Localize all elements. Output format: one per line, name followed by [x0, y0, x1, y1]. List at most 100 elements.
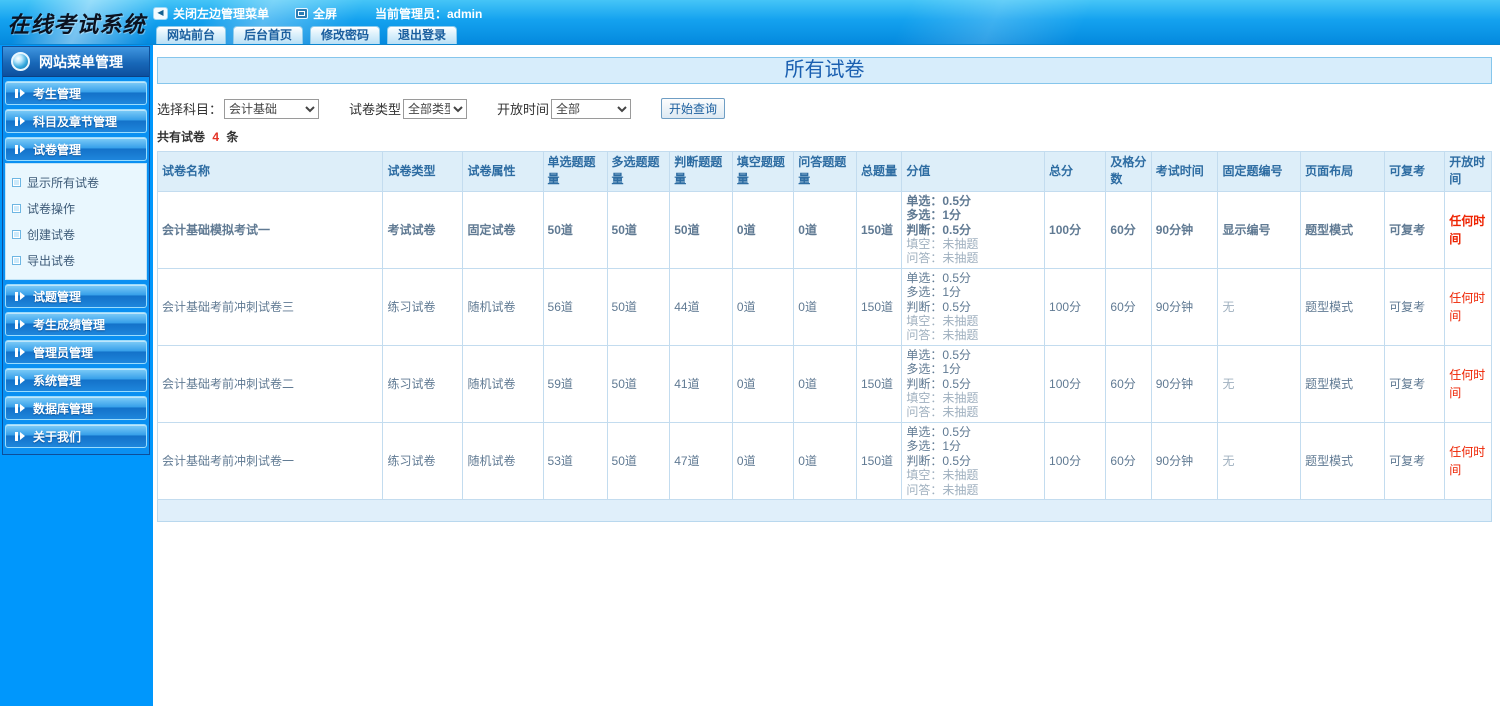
cell-duration: 90分钟: [1150, 421, 1219, 500]
open-time-select[interactable]: 全部: [551, 98, 632, 119]
paper-count: 共有试卷 4 条: [157, 128, 1492, 145]
cell-open-time: 任何时间: [1444, 190, 1492, 269]
top-banner: 在线考试系统 ◀ 关闭左边管理菜单 全屏 当前管理员：admin 网站前台 后台首…: [0, 0, 1500, 45]
column-header-pass-score: 及格分数: [1105, 151, 1152, 192]
count-number: 4: [212, 130, 220, 144]
sidebar-item-question-management[interactable]: 试题管理: [5, 284, 147, 308]
table-row: 会计基础考前冲刺试卷一 练习试卷 随机试卷 53道 50道 47道 0道 0道 150道 单选：0…: [156, 421, 1492, 500]
sidebar-item-label: 试卷管理: [33, 142, 82, 157]
sidebar-item-about-us[interactable]: 关于我们: [5, 424, 147, 448]
count-suffix: 条: [226, 130, 239, 144]
left-arrow-icon: ◀: [153, 6, 168, 20]
collapse-left-menu-button[interactable]: ◀ 关闭左边管理菜单: [153, 5, 269, 22]
play-bar-icon: [15, 116, 25, 126]
cell-attr: 随机试卷: [462, 267, 544, 346]
column-header-single-count: 单选题题量: [542, 151, 608, 192]
cell-total-count: 150道: [855, 267, 903, 346]
cell-retake: 可复考: [1384, 421, 1446, 500]
square-bullet-icon: [12, 255, 21, 265]
cell-qa-count: 0道: [793, 344, 857, 423]
cell-multi-count: 50道: [606, 267, 671, 346]
cell-layout: 题型模式: [1300, 267, 1386, 346]
cell-single-count: 59道: [542, 344, 608, 423]
table-row: 会计基础考前冲刺试卷三 练习试卷 随机试卷 56道 50道 44道 0道 0道 150道 单选：0…: [156, 267, 1492, 346]
sidebar-item-examinee-management[interactable]: 考生管理: [5, 81, 147, 105]
cell-name: 会计基础考前冲刺试卷三: [156, 267, 384, 346]
cell-type: 练习试卷: [382, 344, 464, 423]
cell-score-values: 单选：0.5分 多选：1分 判断：0.5分 填空：未抽题 问答：未抽题: [901, 267, 1046, 346]
cell-total-score: 100分: [1044, 344, 1107, 423]
cell-name: 会计基础模拟考试一: [156, 190, 384, 269]
sidebar-item-paper-management[interactable]: 试卷管理: [5, 137, 147, 161]
sidebar-menu-panel: 网站菜单管理 考生管理科目及章节管理 试卷管理显示所有试卷试卷操作创建试卷导出试卷…: [2, 46, 150, 455]
fullscreen-icon: [295, 7, 309, 19]
cell-fixed-number: 无: [1217, 421, 1302, 500]
cell-attr: 随机试卷: [462, 421, 544, 500]
sphere-icon: [11, 52, 30, 71]
cell-fixed-number: 显示编号: [1217, 190, 1302, 269]
cell-fixed-number: 无: [1217, 267, 1302, 346]
column-header-retake: 可复考: [1384, 151, 1446, 192]
cell-blank-count: 0道: [731, 190, 795, 269]
cell-score-values: 单选：0.5分 多选：1分 判断：0.5分 填空：未抽题 问答：未抽题: [901, 344, 1046, 423]
cell-pass-score: 60分: [1105, 344, 1152, 423]
table-row: 会计基础模拟考试一 考试试卷 固定试卷 50道 50道 50道 0道 0道 150道 单选：0.5…: [156, 190, 1492, 269]
main-content: 所有试卷 选择科目： 会计基础 试卷类型 全部类型 开放时间 全部 开始查询 共…: [153, 45, 1500, 706]
cell-attr: 固定试卷: [462, 190, 544, 269]
open-time-filter-label: 开放时间: [497, 102, 550, 117]
submenu-item-label: 试卷操作: [27, 201, 76, 216]
cell-name: 会计基础考前冲刺试卷一: [156, 421, 384, 500]
cell-open-time: 任何时间: [1444, 267, 1492, 346]
sidebar-item-admin-management[interactable]: 管理员管理: [5, 340, 147, 364]
cell-pass-score: 60分: [1105, 190, 1152, 269]
cell-layout: 题型模式: [1300, 344, 1386, 423]
cell-qa-count: 0道: [793, 421, 857, 500]
cell-duration: 90分钟: [1150, 267, 1219, 346]
sidebar-item-label: 管理员管理: [33, 345, 94, 360]
cell-pass-score: 60分: [1105, 421, 1152, 500]
cell-open-time: 任何时间: [1444, 344, 1492, 423]
sidebar-item-subject-chapter-management[interactable]: 科目及章节管理: [5, 109, 147, 133]
tab-site-front[interactable]: 网站前台: [156, 26, 227, 44]
submenu-item-create-paper[interactable]: 创建试卷: [12, 221, 146, 247]
cell-blank-count: 0道: [731, 267, 795, 346]
cell-multi-count: 50道: [606, 190, 671, 269]
cell-retake: 可复考: [1384, 267, 1446, 346]
cell-judge-count: 47道: [669, 421, 733, 500]
column-header-qa-count: 问答题题量: [793, 151, 857, 192]
submenu-item-show-all-papers[interactable]: 显示所有试卷: [12, 169, 146, 195]
submenu-item-paper-operations[interactable]: 试卷操作: [12, 195, 146, 221]
play-bar-icon: [15, 403, 25, 413]
current-admin-label: 当前管理员：admin: [375, 6, 483, 21]
column-header-attr: 试卷属性: [462, 151, 544, 192]
submenu-item-export-paper[interactable]: 导出试卷: [12, 247, 146, 273]
cell-judge-count: 50道: [669, 190, 733, 269]
cell-single-count: 50道: [542, 190, 608, 269]
sidebar-item-score-management[interactable]: 考生成绩管理: [5, 312, 147, 336]
play-bar-icon: [15, 375, 25, 385]
top-tabs: 网站前台 后台首页 修改密码 退出登录: [156, 26, 464, 44]
cell-blank-count: 0道: [731, 344, 795, 423]
app-logo: 在线考试系统: [7, 11, 146, 38]
sidebar-menu-header: 网站菜单管理: [3, 47, 149, 77]
tab-logout[interactable]: 退出登录: [387, 26, 458, 44]
cell-duration: 90分钟: [1150, 344, 1219, 423]
papers-table: 试卷名称 试卷类型 试卷属性 单选题题量 多选题题量 判断题题量 填空题题量 问答题题量 总题量…: [156, 151, 1492, 500]
query-button[interactable]: 开始查询: [661, 98, 726, 119]
tab-change-password[interactable]: 修改密码: [310, 26, 381, 44]
cell-type: 练习试卷: [382, 267, 464, 346]
sidebar-menu-title: 网站菜单管理: [39, 53, 123, 70]
sidebar-menu-list: 考生管理科目及章节管理 试卷管理显示所有试卷试卷操作创建试卷导出试卷试题管理考生成…: [3, 77, 149, 448]
sidebar-item-system-management[interactable]: 系统管理: [5, 368, 147, 392]
submenu-item-label: 创建试卷: [27, 227, 76, 242]
sidebar-item-label: 科目及章节管理: [33, 114, 118, 129]
column-header-judge-count: 判断题题量: [669, 151, 733, 192]
cell-open-time: 任何时间: [1444, 421, 1492, 500]
subject-select[interactable]: 会计基础: [224, 98, 320, 119]
fullscreen-button[interactable]: 全屏: [295, 5, 337, 22]
cell-retake: 可复考: [1384, 190, 1446, 269]
sidebar-item-database-management[interactable]: 数据库管理: [5, 396, 147, 420]
tab-admin-home[interactable]: 后台首页: [233, 26, 304, 44]
play-bar-icon: [15, 88, 25, 98]
paper-type-select[interactable]: 全部类型: [403, 98, 468, 119]
